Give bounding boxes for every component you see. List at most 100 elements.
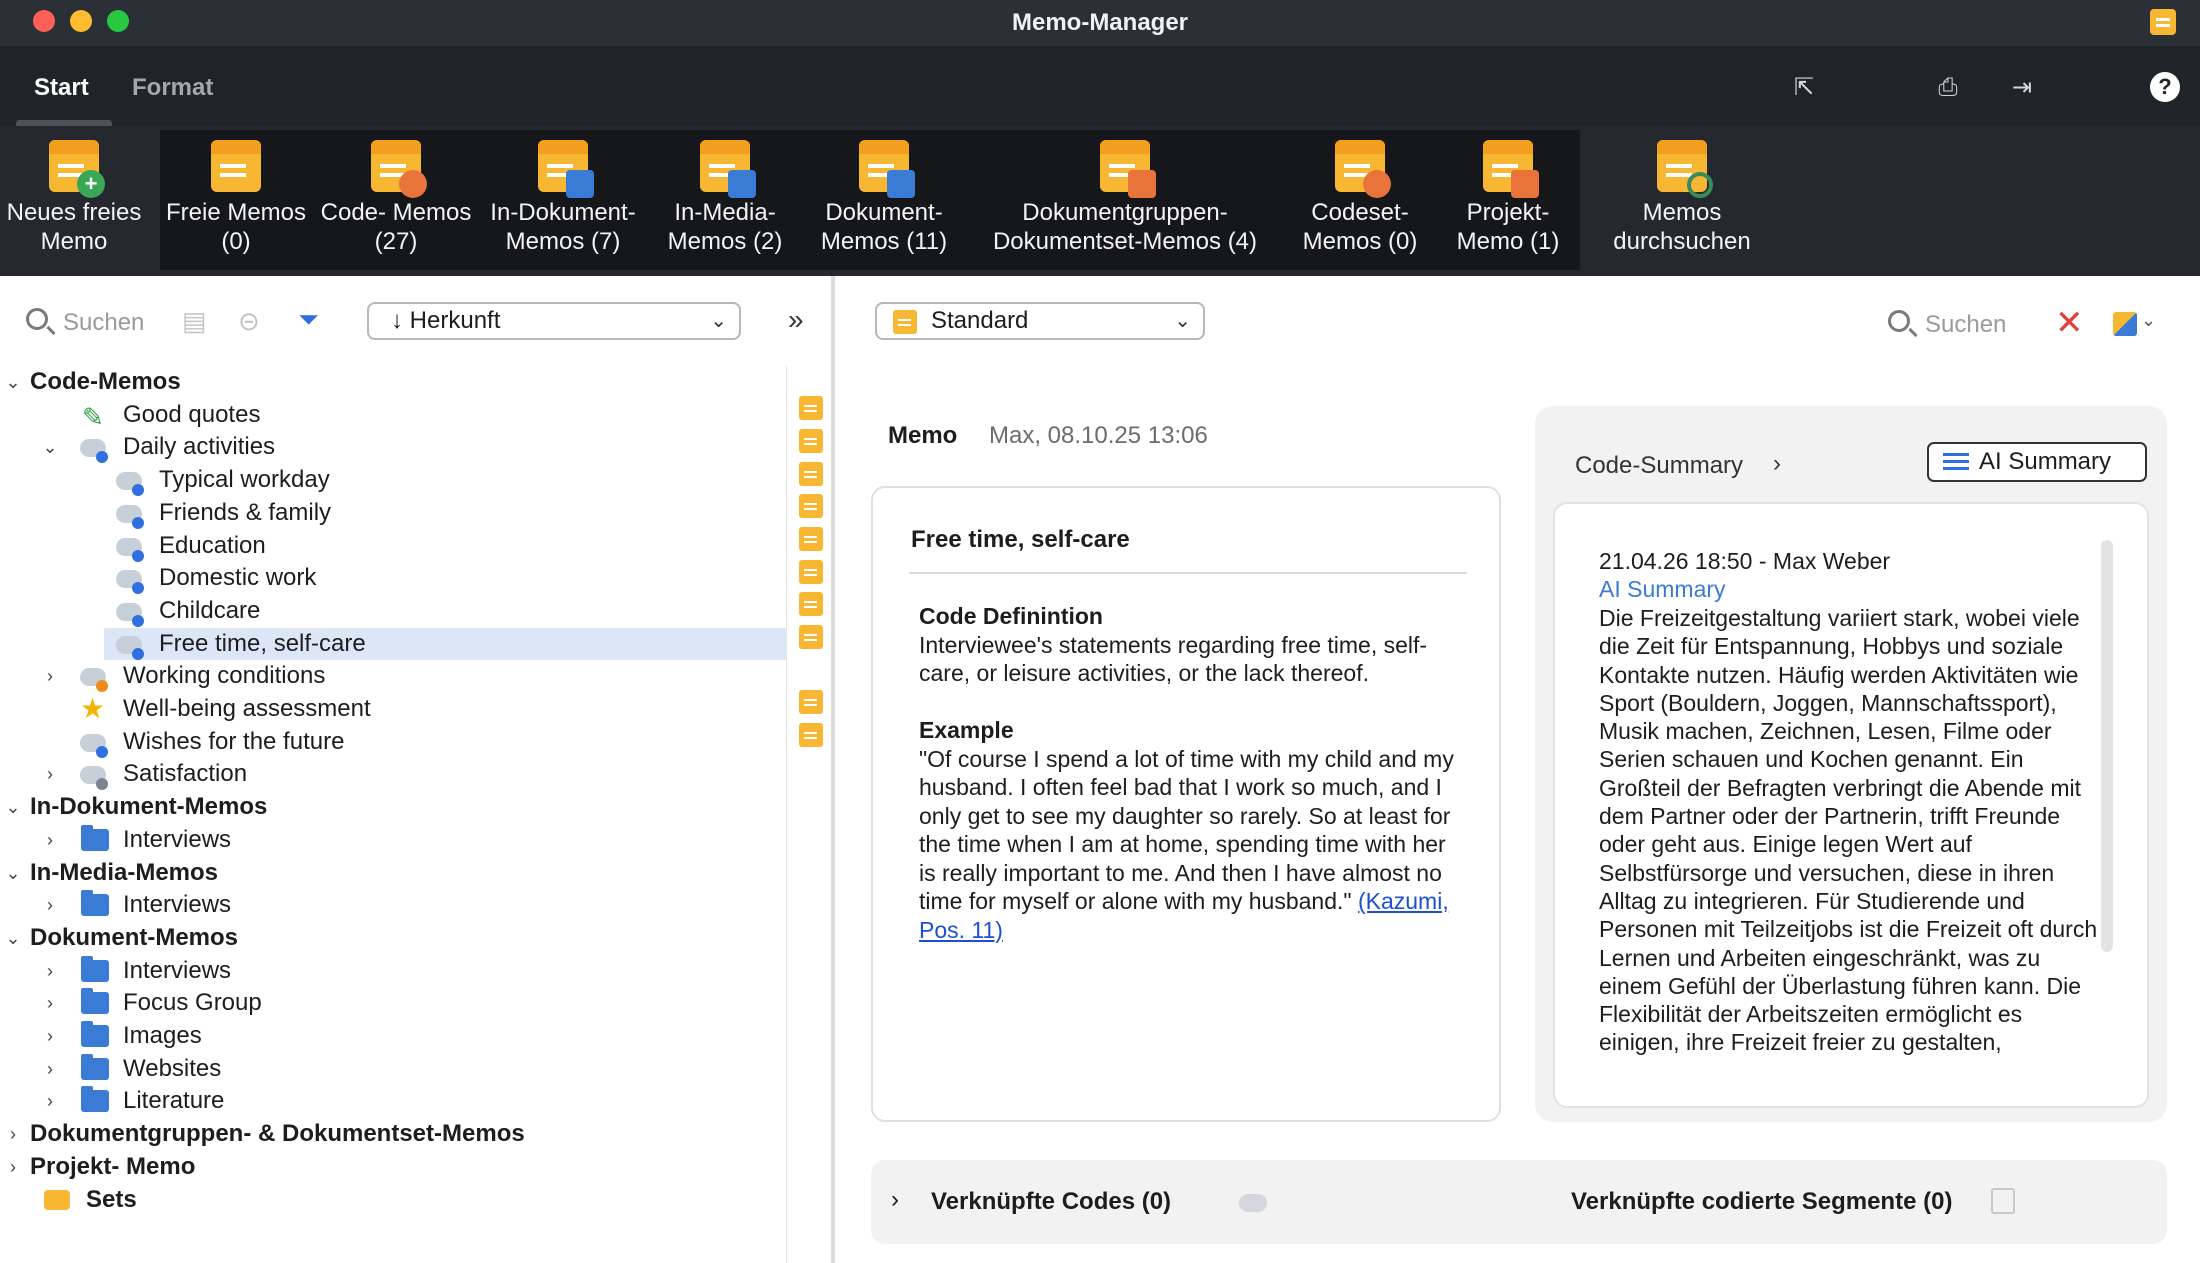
tree-node-well-being-assessment[interactable]: ★ Well-being assessment [0,693,786,725]
tree-node-literature[interactable]: › Literature [0,1085,786,1117]
code-summary-title[interactable]: Code-Summary [1575,452,1743,480]
tree-node-sets[interactable]: Sets [0,1184,786,1216]
chevron-right-icon[interactable]: › [891,1186,899,1214]
memo-search-input[interactable]: Suchen [1925,311,2006,339]
tree-node-in-media-memos[interactable]: ⌄ In-Media-Memos [0,857,786,889]
tree-node-friends-family[interactable]: Friends & family [0,497,786,529]
tree-node-education[interactable]: Education [0,530,786,562]
ai-summary-button[interactable]: AI Summary [1927,442,2147,482]
tree-node-working-conditions[interactable]: › Working conditions [0,660,786,693]
in-document-memos-button[interactable]: In-Dokument- Memos (7) [480,126,646,266]
memo-icon[interactable] [799,723,823,747]
memo-title[interactable]: Free time, self-care [911,526,1130,554]
tree-node-typical-workday[interactable]: Typical workday [0,464,786,497]
search-memo-icon [1657,140,1713,198]
tree-node-interviews[interactable]: › Interviews [0,824,786,856]
chevron-down-icon[interactable]: ⌄ [2141,310,2156,331]
chevron-down-icon[interactable]: ⌄ [40,431,60,463]
search-icon[interactable] [26,308,48,330]
chevron-right-icon[interactable]: › [40,889,60,921]
summary-content-card[interactable]: 21.04.26 18:50 - Max Weber AI Summary Di… [1553,502,2149,1108]
tab-format[interactable]: Format [132,74,213,102]
document-memos-button[interactable]: Dokument- Memos (11) [808,126,960,266]
funnel-icon[interactable]: ⏷ [298,304,319,336]
tree-node-dokument-memos[interactable]: ⌄ Dokument-Memos [0,922,786,954]
chevron-right-icon[interactable]: › [40,660,60,692]
memo-type-dropdown[interactable]: Standard ⌄ [875,302,1205,340]
tree-node-interviews[interactable]: › Interviews [0,955,786,987]
tree-search-input[interactable]: Suchen [63,309,144,337]
print-icon[interactable]: ⎙ [1934,74,1962,102]
memo-color-icon[interactable] [2113,312,2137,336]
project-memo-button[interactable]: Projekt- Memo (1) [1438,126,1578,266]
chevron-right-icon[interactable]: › [3,1151,23,1183]
tree-node-interviews[interactable]: › Interviews [0,889,786,921]
chevron-right-icon[interactable]: › [40,955,60,987]
tree-node-childcare[interactable]: Childcare [0,595,786,627]
tree-node-focus-group[interactable]: › Focus Group [0,987,786,1019]
chevron-right-icon[interactable]: › [40,987,60,1019]
close-icon[interactable]: ✕ [2055,306,2084,340]
tree-node-satisfaction[interactable]: › Satisfaction [0,758,786,791]
chevron-right-icon[interactable]: › [40,1053,60,1085]
codeset-memos-button[interactable]: Codeset- Memos (0) [1288,126,1432,266]
memo-icon[interactable] [799,429,823,453]
sort-dropdown[interactable]: ↓ Herkunft ⌄ [367,302,741,340]
tree-node-document-group-memos[interactable]: › Dokumentgruppen- & Dokumentset-Memos [0,1118,786,1150]
memo-icon[interactable] [799,396,823,420]
code-summary-panel: Code-Summary › AI Summary 21.04.26 18:50… [1535,406,2167,1122]
chevron-down-icon[interactable]: ⌄ [3,857,23,889]
tree-node-domestic-work[interactable]: Domestic work [0,562,786,595]
summary-meta: 21.04.26 18:50 - Max Weber [1599,548,1891,574]
tree-node-daily-activities[interactable]: ⌄ Daily activities [0,431,786,464]
tree-node-images[interactable]: › Images [0,1020,786,1052]
memo-icon[interactable] [799,592,823,616]
search-icon[interactable] [1888,310,1910,332]
search-memos-button[interactable]: Memos durchsuchen [1596,126,1768,266]
chevron-down-icon[interactable]: ⌄ [3,791,23,823]
memo-content-card[interactable]: Free time, self-care Code Definintion In… [871,486,1501,1122]
tab-start[interactable]: Start [34,74,89,102]
help-icon[interactable]: ? [2150,72,2180,102]
document-filter-icon[interactable]: ▤ [182,306,207,337]
chevron-right-icon[interactable]: › [40,824,60,856]
segment-icon [1991,1188,2015,1214]
double-chevron-right-icon[interactable]: » [788,304,804,336]
memo-icon[interactable] [799,494,823,518]
export-icon[interactable]: ⇱ [1790,74,1818,102]
project-memo-icon [1483,140,1539,198]
linked-segments-label[interactable]: Verknüpfte codierte Segmente (0) [1571,1188,1952,1216]
memo-icon[interactable] [799,625,823,649]
memo-icon[interactable] [799,560,823,584]
new-free-memo-button[interactable]: + Neues freies Memo [0,126,148,266]
memo-body[interactable]: Code Definintion Interviewee's statement… [919,602,1459,944]
chevron-down-icon[interactable]: ⌄ [3,366,23,398]
free-memos-button[interactable]: Freie Memos (0) [162,126,310,266]
exit-icon[interactable]: ⇥ [2008,74,2036,102]
chevron-down-icon[interactable]: ⌄ [3,922,23,954]
tree-node-websites[interactable]: › Websites [0,1053,786,1085]
in-media-memos-button[interactable]: In-Media- Memos (2) [650,126,800,266]
code-filter-icon[interactable]: ⊝ [238,306,260,337]
code-icon [80,766,108,791]
tree-node-in-document-memos[interactable]: ⌄ In-Dokument-Memos [0,791,786,823]
linked-codes-label[interactable]: Verknüpfte Codes (0) [931,1188,1171,1216]
tree-node-project-memo[interactable]: › Projekt- Memo [0,1151,786,1183]
memo-icon[interactable] [2150,9,2176,35]
ai-summary-icon [1943,453,1969,456]
tree-node-free-time-self-care[interactable]: Free time, self-care [104,627,786,660]
chevron-right-icon[interactable]: › [40,758,60,790]
memo-icon[interactable] [799,527,823,551]
chevron-right-icon[interactable]: › [3,1118,23,1150]
scrollbar[interactable] [2101,540,2113,952]
chevron-right-icon[interactable]: › [40,1085,60,1117]
document-group-memos-button[interactable]: Dokumentgruppen- Dokumentset-Memos (4) [980,126,1270,266]
memo-icon[interactable] [799,690,823,714]
tree-node-wishes-future[interactable]: Wishes for the future [0,726,786,758]
chevron-right-icon[interactable]: › [1773,450,1781,478]
chevron-right-icon[interactable]: › [40,1020,60,1052]
code-memos-button[interactable]: Code- Memos (27) [314,126,478,266]
tree-node-good-quotes[interactable]: ✎ Good quotes [0,399,786,432]
memo-icon[interactable] [799,462,823,486]
tree-node-code-memos[interactable]: ⌄ Code-Memos [0,366,786,398]
